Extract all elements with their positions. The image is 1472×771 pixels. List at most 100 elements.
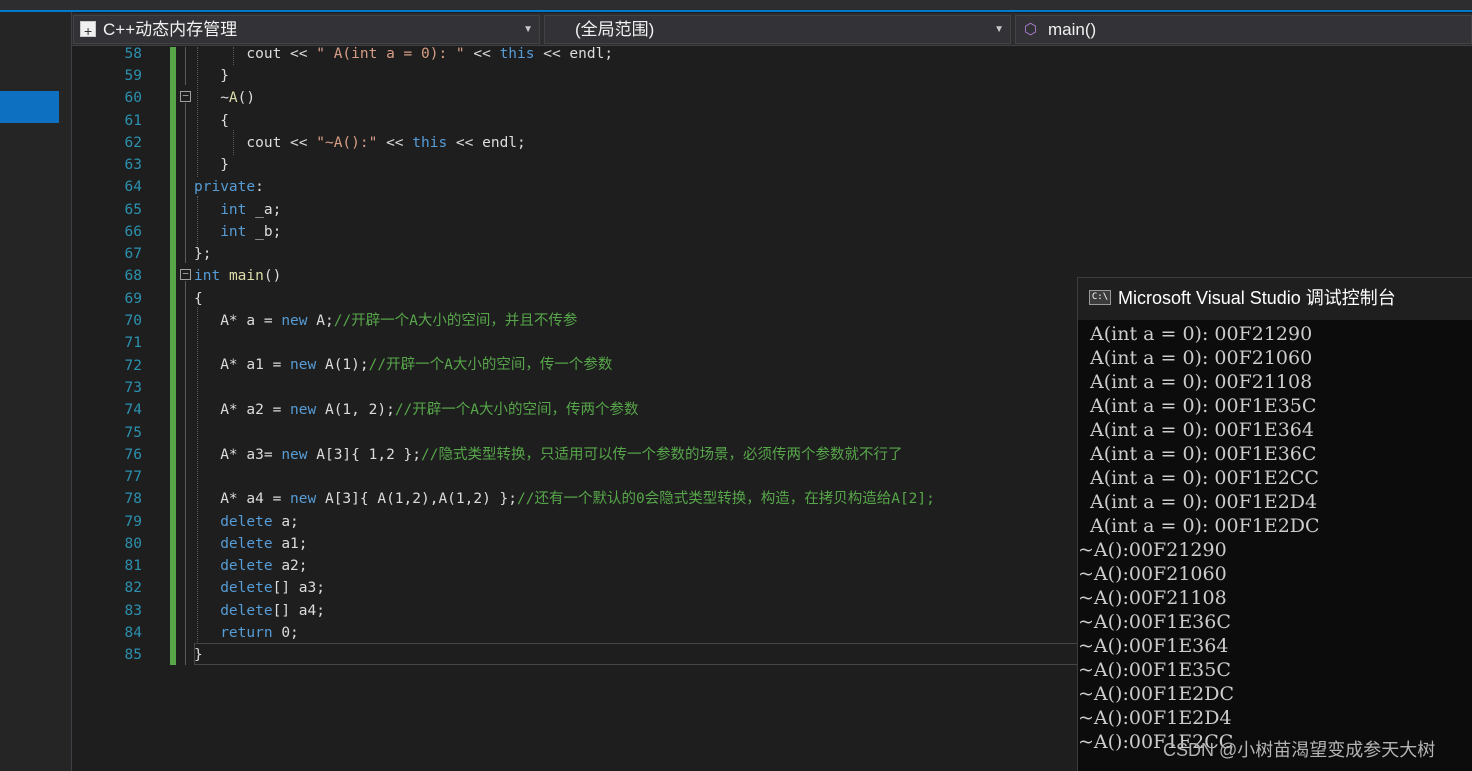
line-number: 75 xyxy=(124,425,142,441)
code-line: ~A() xyxy=(194,90,256,106)
line-number: 80 xyxy=(124,536,142,552)
line-number: 77 xyxy=(124,469,142,485)
code-comment: //开辟一个A大小的空间，传一个参数 xyxy=(368,357,613,373)
console-line: A(int a = 0): 00F21108 xyxy=(1090,371,1313,393)
line-number: 68 xyxy=(124,268,142,284)
line-number: 73 xyxy=(124,380,142,396)
left-panel-selected-item[interactable] xyxy=(0,91,59,123)
console-line: A(int a = 0): 00F1E2D4 xyxy=(1090,491,1318,513)
current-line-highlight xyxy=(194,643,1094,665)
line-number: 65 xyxy=(124,202,142,218)
code-line: } xyxy=(194,68,229,84)
line-number: 61 xyxy=(124,113,142,129)
console-title-bar[interactable]: C:\ Microsoft Visual Studio 调试控制台 xyxy=(1078,278,1472,320)
console-line: A(int a = 0): 00F21060 xyxy=(1090,347,1313,369)
line-number: 79 xyxy=(124,514,142,530)
console-line: ~A():00F1E364 xyxy=(1078,635,1229,657)
fold-line xyxy=(185,47,186,85)
console-title: Microsoft Visual Studio 调试控制台 xyxy=(1118,288,1396,308)
code-line: cout << " A(int a = 0): " << this << end… xyxy=(246,46,614,62)
line-number: 82 xyxy=(124,580,142,596)
code-line: delete[] a4; xyxy=(220,603,325,619)
console-line: ~A():00F1E35C xyxy=(1078,659,1231,681)
line-number: 83 xyxy=(124,603,142,619)
code-line: delete a; xyxy=(220,514,299,530)
line-number: 63 xyxy=(124,157,142,173)
fold-line xyxy=(185,281,186,665)
scope-label: (全局范围) xyxy=(575,20,655,39)
code-line: A* a4 = new A[3]{ A(1,2),A(1,2) };//还有一个… xyxy=(194,491,935,507)
code-line: int main() xyxy=(194,268,282,284)
member-label: main() xyxy=(1048,20,1097,39)
code-line: return 0; xyxy=(220,625,299,641)
code-line: A* a1 = new A(1);//开辟一个A大小的空间，传一个参数 xyxy=(194,357,613,373)
code-line: int _b; xyxy=(220,224,282,240)
code-line: delete[] a3; xyxy=(220,580,325,596)
console-line: ~A():00F21290 xyxy=(1078,539,1227,561)
member-dropdown[interactable]: ⬡ main() xyxy=(1015,15,1472,44)
code-comment: //开辟一个A大小的空间，并且不传参 xyxy=(333,313,578,329)
code-line: A* a3= new A[3]{ 1,2 };//隐式类型转换，只适用可以传一个… xyxy=(194,447,903,463)
console-line: A(int a = 0): 00F1E35C xyxy=(1090,395,1317,417)
line-number: 69 xyxy=(124,291,142,307)
project-label: C++动态内存管理 xyxy=(103,20,238,39)
code-comment: //隐式类型转换，只适用可以传一个参数的场景，必须传两个参数就不行了 xyxy=(421,447,903,463)
left-tool-panel xyxy=(0,12,72,771)
code-line: delete a1; xyxy=(220,536,308,552)
console-line: A(int a = 0): 00F1E364 xyxy=(1090,419,1314,441)
code-line: A* a = new A;//开辟一个A大小的空间，并且不传参 xyxy=(194,313,578,329)
line-number: 71 xyxy=(124,335,142,351)
scope-dropdown[interactable]: (全局范围) ▼ xyxy=(544,15,1011,44)
code-line: } xyxy=(194,157,229,173)
line-number: 78 xyxy=(124,491,142,507)
line-number: 67 xyxy=(124,246,142,262)
line-number: 60 xyxy=(124,90,142,106)
method-cube-icon: ⬡ xyxy=(1024,21,1038,38)
fold-line xyxy=(185,103,186,263)
change-tracking-bar xyxy=(170,47,176,665)
code-line: private: xyxy=(194,179,264,195)
collapse-icon[interactable]: − xyxy=(180,90,191,102)
code-line: delete a2; xyxy=(220,558,308,574)
chevron-down-icon: ▼ xyxy=(994,24,1004,35)
string-literal: " A(int a = 0): " xyxy=(316,46,465,62)
console-line: A(int a = 0): 00F1E2DC xyxy=(1090,515,1320,537)
line-number: 70 xyxy=(124,313,142,329)
collapse-icon[interactable]: − xyxy=(180,268,191,280)
navigation-bar: C++动态内存管理 ▼ (全局范围) ▼ ⬡ main() xyxy=(72,13,1472,46)
line-number: 85 xyxy=(124,647,142,663)
console-line: ~A():00F1E2D4 xyxy=(1078,707,1232,729)
line-number: 81 xyxy=(124,558,142,574)
watermark: CSDN @小树苗渴望变成参天大树 xyxy=(1163,740,1436,760)
line-number: 64 xyxy=(124,179,142,195)
console-line: A(int a = 0): 00F21290 xyxy=(1090,323,1313,345)
string-literal: "~A():" xyxy=(316,135,378,151)
line-number: 84 xyxy=(124,625,142,641)
code-line: }; xyxy=(194,246,212,262)
debug-console-window[interactable]: C:\ Microsoft Visual Studio 调试控制台 A(int … xyxy=(1077,277,1472,771)
code-line: } xyxy=(194,647,203,663)
line-number: 66 xyxy=(124,224,142,240)
line-number: 72 xyxy=(124,358,142,374)
line-number: 58 xyxy=(124,46,142,62)
console-line: A(int a = 0): 00F1E2CC xyxy=(1090,467,1319,489)
code-line: { xyxy=(194,113,229,129)
project-icon xyxy=(80,18,96,45)
project-dropdown[interactable]: C++动态内存管理 ▼ xyxy=(73,15,540,45)
code-line: int _a; xyxy=(220,202,282,218)
console-line: A(int a = 0): 00F1E36C xyxy=(1090,443,1317,465)
line-number: 76 xyxy=(124,447,142,463)
code-comment: //还有一个默认的0会隐式类型转换，构造，在拷贝构造给A[2]; xyxy=(517,491,935,507)
line-number: 59 xyxy=(124,68,142,84)
chevron-down-icon: ▼ xyxy=(523,24,533,35)
code-line: { xyxy=(194,291,203,307)
console-line: ~A():00F1E2DC xyxy=(1078,683,1235,705)
console-line: ~A():00F21060 xyxy=(1078,563,1227,585)
code-line: cout << "~A():" << this << endl; xyxy=(246,135,526,151)
code-comment: //开辟一个A大小的空间，传两个参数 xyxy=(394,402,639,418)
code-line: A* a2 = new A(1, 2);//开辟一个A大小的空间，传两个参数 xyxy=(194,402,639,418)
line-number: 74 xyxy=(124,402,142,418)
line-number-gutter: 58 59 60 61 62 63 64 65 66 67 68 69 70 7… xyxy=(97,46,143,771)
console-line: ~A():00F1E36C xyxy=(1078,611,1231,633)
console-icon: C:\ xyxy=(1089,290,1111,305)
